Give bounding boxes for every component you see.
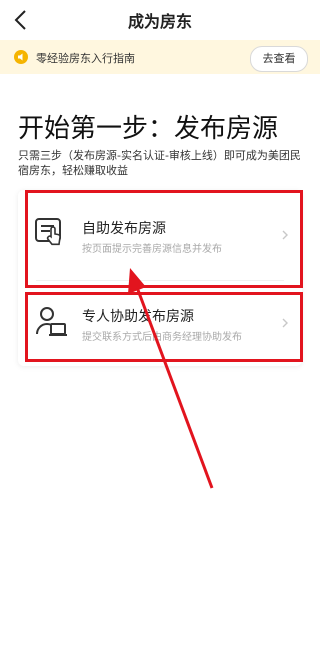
annotation-arrow-icon (128, 268, 214, 489)
